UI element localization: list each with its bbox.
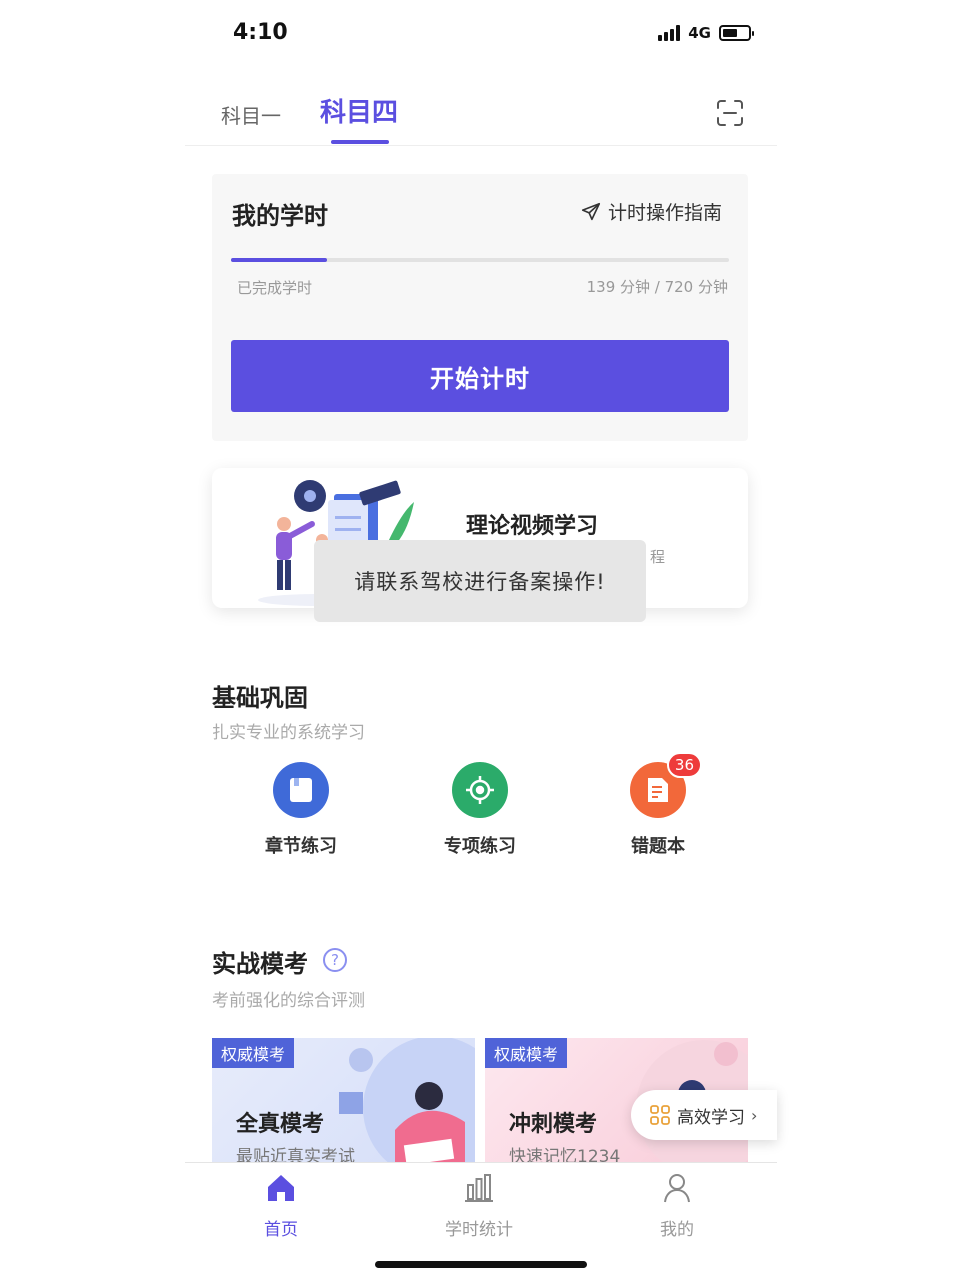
wrong-questions-button[interactable]: 36 错题本 xyxy=(598,752,718,858)
topic-practice-label: 专项练习 xyxy=(444,836,516,857)
status-icons: 4G xyxy=(658,24,754,42)
tab-subject1[interactable]: 科目一 xyxy=(221,100,281,129)
paper-plane-icon xyxy=(581,202,601,220)
timing-guide-label: 计时操作指南 xyxy=(607,202,722,224)
completed-value: 139 分钟 / 720 分钟 xyxy=(586,278,728,296)
video-learning-title: 理论视频学习 xyxy=(466,514,599,539)
tab-subject4[interactable]: 科目四 xyxy=(320,92,398,129)
document-icon: 36 xyxy=(630,752,702,818)
bar-chart-icon xyxy=(465,1174,493,1202)
nav-home[interactable]: 首页 xyxy=(231,1171,331,1240)
wrong-questions-label: 错题本 xyxy=(631,836,685,857)
home-indicator xyxy=(375,1261,587,1268)
study-progress-fill xyxy=(231,258,328,262)
target-icon xyxy=(452,762,508,818)
mock-exam-section-subtitle: 考前强化的综合评测 xyxy=(212,991,365,1011)
exam-tag: 权威模考 xyxy=(485,1038,568,1068)
chapter-practice-button[interactable]: 章节练习 xyxy=(241,762,361,858)
app-screen: 4:10 4G 科目一 科目四 我的学时 计时操作指南 已完成学时 139 分钟… xyxy=(185,0,777,1280)
nav-study-stats-label: 学时统计 xyxy=(445,1220,513,1240)
study-progress-bar xyxy=(231,258,729,262)
grid-icon xyxy=(650,1105,670,1125)
signal-icon xyxy=(658,25,681,41)
chapter-practice-label: 章节练习 xyxy=(265,836,337,857)
chevron-right-icon: › xyxy=(751,1105,758,1125)
study-hours-title: 我的学时 xyxy=(232,202,328,230)
toast-message: 请联系驾校进行备案操作! xyxy=(314,540,646,622)
subject-tabs: 科目一 科目四 xyxy=(185,92,777,146)
home-icon xyxy=(268,1175,294,1201)
full-mock-exam-title: 全真模考 xyxy=(236,1112,325,1137)
nav-mine-label: 我的 xyxy=(660,1220,694,1240)
study-hours-card: 我的学时 计时操作指南 已完成学时 139 分钟 / 720 分钟 开始计时 xyxy=(212,174,748,441)
nav-mine[interactable]: 我的 xyxy=(627,1171,727,1240)
topic-practice-button[interactable]: 专项练习 xyxy=(420,762,540,858)
network-type: 4G xyxy=(688,24,711,42)
user-icon xyxy=(664,1174,690,1203)
start-timing-button[interactable]: 开始计时 xyxy=(231,340,729,412)
bottom-nav: 首页 学时统计 我的 xyxy=(185,1162,777,1242)
mock-exam-section-title: 实战模考 xyxy=(212,950,308,978)
student-exam-illustration xyxy=(339,1038,475,1168)
nav-home-label: 首页 xyxy=(264,1220,298,1240)
exam-tag: 权威模考 xyxy=(212,1038,295,1068)
help-icon[interactable]: ? xyxy=(323,948,347,972)
basics-section-subtitle: 扎实专业的系统学习 xyxy=(212,723,365,743)
timing-guide-link[interactable]: 计时操作指南 xyxy=(580,198,722,225)
basics-section-title: 基础巩固 xyxy=(212,684,308,712)
nav-study-stats[interactable]: 学时统计 xyxy=(429,1171,529,1240)
active-tab-indicator xyxy=(331,140,389,144)
wrong-questions-badge: 36 xyxy=(666,752,702,778)
status-time: 4:10 xyxy=(233,20,288,45)
full-mock-exam-card[interactable]: 权威模考 全真模考 最贴近真实考试 xyxy=(212,1038,475,1168)
book-icon xyxy=(273,762,329,818)
efficient-learning-button[interactable]: 高效学习 › xyxy=(631,1090,777,1140)
scan-icon[interactable] xyxy=(715,98,745,128)
sprint-mock-exam-title: 冲刺模考 xyxy=(509,1112,598,1137)
battery-icon xyxy=(719,25,754,41)
video-learning-subtitle: 程 xyxy=(650,548,666,566)
completed-label: 已完成学时 xyxy=(237,279,313,297)
efficient-learning-label: 高效学习 xyxy=(677,1107,745,1128)
